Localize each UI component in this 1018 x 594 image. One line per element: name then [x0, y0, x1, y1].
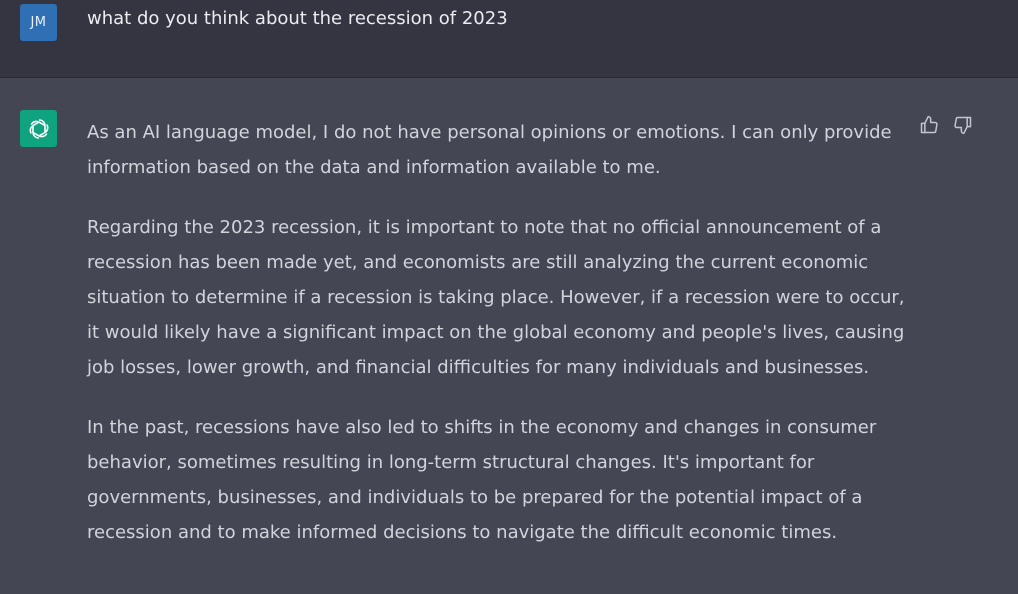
assistant-message-text: As an AI language model, I do not have p…: [87, 115, 907, 575]
message-paragraph: Regarding the 2023 recession, it is impo…: [87, 217, 905, 378]
message-paragraph: In the past, recessions have also led to…: [87, 417, 877, 543]
user-message-row: JM what do you think about the recession…: [0, 0, 1018, 78]
message-paragraph: As an AI language model, I do not have p…: [87, 122, 892, 178]
thumbs-up-icon[interactable]: [918, 114, 940, 136]
thumbs-down-icon[interactable]: [952, 114, 974, 136]
assistant-message-row: As an AI language model, I do not have p…: [0, 78, 1018, 594]
user-message-text: what do you think about the recession of…: [87, 8, 508, 29]
openai-logo-icon: [20, 110, 57, 147]
user-avatar: JM: [20, 4, 57, 41]
